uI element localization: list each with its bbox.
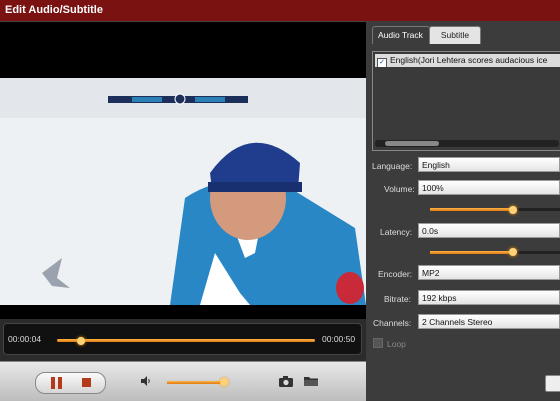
speaker-icon[interactable] (141, 376, 151, 386)
playback-controls (0, 361, 366, 401)
stop-button[interactable] (82, 378, 91, 387)
scrollbar-thumb[interactable] (385, 141, 439, 146)
loop-label: Loop (387, 339, 406, 349)
progress-knob[interactable] (76, 337, 85, 345)
bitrate-select[interactable]: 192 kbps (418, 290, 560, 305)
folder-icon[interactable] (303, 375, 319, 387)
transport-group (35, 372, 106, 394)
bitrate-label: Bitrate: (384, 294, 411, 304)
pause-icon-bar (58, 377, 62, 389)
loop-checkbox-box[interactable] (373, 338, 383, 348)
channels-label: Channels: (373, 318, 412, 328)
track-checkbox[interactable]: ✓ (377, 58, 387, 67)
total-time: 00:00:50 (322, 334, 356, 344)
progress-track[interactable] (57, 339, 315, 342)
letterbox-top (0, 21, 366, 79)
channels-select[interactable]: 2 Channels Stereo (418, 314, 560, 329)
ok-button[interactable] (545, 375, 560, 392)
video-image (0, 78, 366, 305)
slider-fill (430, 251, 514, 254)
encoder-label: Encoder: (378, 269, 413, 279)
progress-fill (57, 339, 315, 342)
volume-setting-slider[interactable] (430, 208, 560, 211)
track-label: English(Jori Lehtera scores audacious ic… (390, 55, 548, 65)
volume-slider[interactable] (167, 381, 227, 384)
window-title: Edit Audio/Subtitle (5, 4, 103, 16)
volume-knob[interactable] (220, 378, 228, 386)
latency-slider[interactable] (430, 251, 560, 254)
timeline-track-frame: 00:00:04 00:00:50 (3, 323, 362, 355)
language-label: Language: (372, 161, 413, 171)
pause-icon (51, 377, 55, 389)
tab-audio-track[interactable]: Audio Track (372, 26, 430, 44)
language-select[interactable]: English (418, 157, 560, 172)
letterbox-bottom (0, 305, 366, 319)
title-bar: Edit Audio/Subtitle (0, 0, 560, 21)
timeline-bar: 00:00:04 00:00:50 (0, 319, 366, 361)
slider-fill (430, 208, 514, 211)
horizontal-scrollbar[interactable] (375, 140, 559, 147)
volume-field[interactable]: 100% (418, 180, 560, 195)
preview-panel: 00:00:04 00:00:50 (0, 21, 366, 401)
audio-track-list: ✓ English(Jori Lehtera scores audacious i… (372, 51, 560, 151)
latency-field[interactable]: 0.0s (418, 223, 560, 238)
loop-checkbox[interactable]: Loop (373, 338, 406, 349)
tab-subtitle[interactable]: Subtitle (429, 26, 481, 44)
camera-icon[interactable] (278, 375, 294, 387)
current-time: 00:00:04 (8, 334, 42, 344)
list-item[interactable]: ✓ English(Jori Lehtera scores audacious i… (375, 54, 560, 67)
encoder-select[interactable]: MP2 (418, 265, 560, 280)
latency-label: Latency: (380, 227, 413, 237)
volume-label: Volume: (384, 184, 415, 194)
video-frame (0, 78, 366, 305)
